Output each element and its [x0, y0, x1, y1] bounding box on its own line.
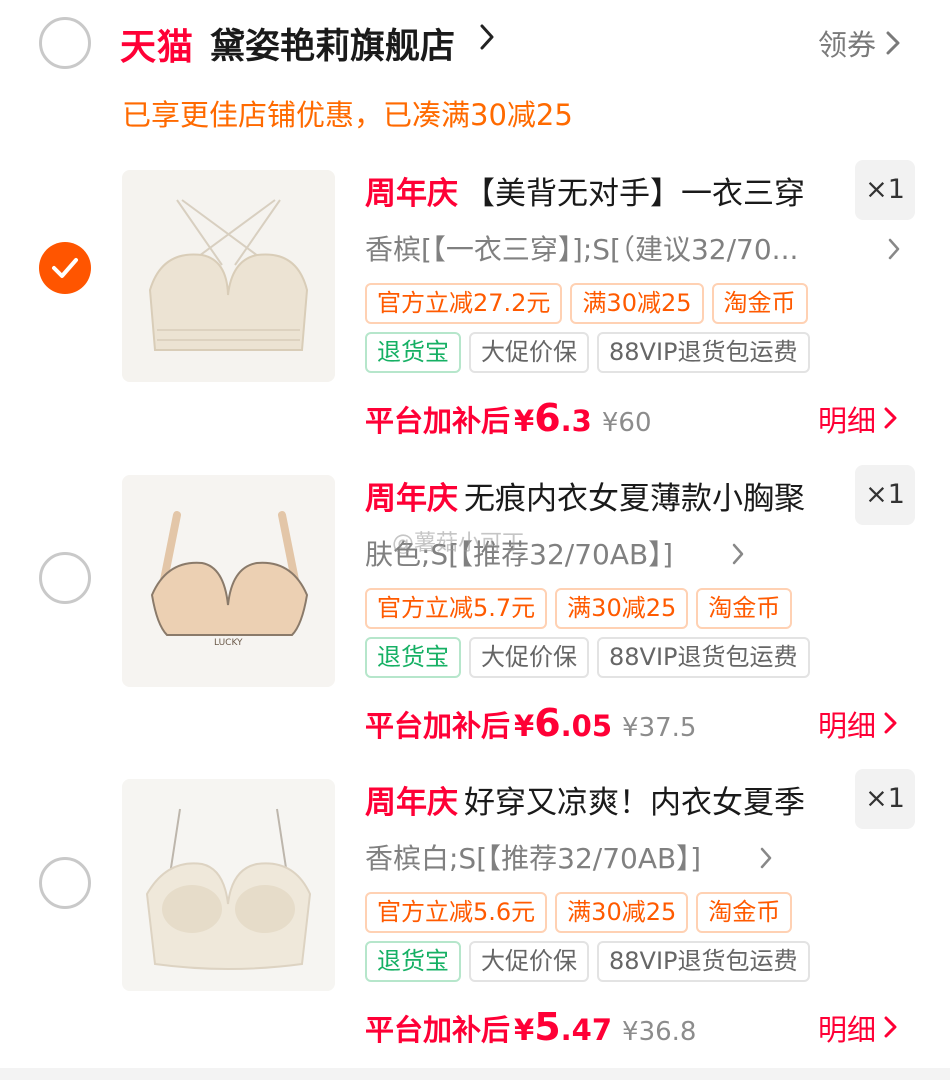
original-price: ¥37.5: [622, 713, 697, 743]
promo-badge: 淘金币: [711, 283, 808, 324]
chevron-right-icon[interactable]: [760, 847, 772, 869]
quantity-button[interactable]: ×1: [855, 769, 915, 829]
promo-badge: 官方立减5.7元: [365, 588, 548, 629]
item-select-radio[interactable]: [39, 552, 91, 604]
cart-item: 周年庆 好穿又凉爽！内衣女夏季 ×1 香槟白;S[【推荐32/70AB】] 官方立…: [0, 769, 950, 1069]
price-integer: 6: [534, 701, 561, 745]
price-decimal: .3: [560, 404, 592, 438]
original-price: ¥60: [601, 408, 652, 438]
cart-item: 周年庆 【美背无对手】一衣三穿 ×1 香槟[【一衣三穿】];S[（建议32/70.…: [0, 160, 950, 460]
cart-item: LUCKY 周年庆 无痕内衣女夏薄款小胸聚 ×1 肤色;S[【推荐32/70AB】…: [0, 465, 950, 765]
product-image[interactable]: [122, 779, 335, 991]
checkmark-icon: [52, 258, 78, 278]
price-row: 平台加补后 ¥6.3 ¥60: [365, 396, 652, 440]
service-badge: 退货宝: [365, 941, 461, 982]
promo-badges: 官方立减27.2元 满30减25 淘金币 退货宝 大促价保 88VIP退货包运费: [365, 283, 845, 373]
anniversary-tag: 周年庆: [365, 176, 458, 212]
price-detail-link[interactable]: 明细: [818, 703, 876, 745]
anniversary-tag: 周年庆: [365, 481, 458, 517]
product-title[interactable]: 周年庆 【美背无对手】一衣三穿: [365, 168, 805, 213]
sku-selector[interactable]: 香槟[【一衣三穿】];S[（建议32/70...: [365, 228, 798, 268]
promo-badge: 满30减25: [555, 892, 689, 933]
sku-selector[interactable]: 香槟白;S[【推荐32/70AB】]: [365, 837, 701, 877]
champagne-lace-bra-image: [122, 779, 335, 991]
quantity-button[interactable]: ×1: [855, 160, 915, 220]
item-select-radio[interactable]: [39, 242, 91, 294]
price-decimal: .05: [560, 709, 613, 743]
store-promo-text: 已享更佳店铺优惠，已凑满30减25: [122, 98, 573, 132]
product-title[interactable]: 周年庆 无痕内衣女夏薄款小胸聚: [365, 473, 805, 518]
price-label: 平台加补后: [365, 1013, 511, 1047]
chevron-right-icon[interactable]: [884, 407, 897, 429]
original-price: ¥36.8: [622, 1017, 697, 1047]
price-currency: ¥: [514, 709, 535, 743]
quantity-button[interactable]: ×1: [855, 465, 915, 525]
get-coupon-link[interactable]: 领券: [818, 22, 876, 64]
store-select-radio[interactable]: [39, 17, 91, 69]
chevron-right-icon[interactable]: [886, 31, 900, 55]
service-badge: 88VIP退货包运费: [597, 637, 810, 678]
service-badge: 88VIP退货包运费: [597, 941, 810, 982]
promo-badge: 淘金币: [696, 892, 793, 933]
chevron-right-icon[interactable]: [732, 543, 744, 565]
price-integer: 6: [534, 396, 561, 440]
cream-crossback-bra-image: [122, 170, 335, 382]
product-image[interactable]: [122, 170, 335, 382]
chevron-right-icon[interactable]: [480, 24, 494, 50]
product-title[interactable]: 周年庆 好穿又凉爽！内衣女夏季: [365, 777, 805, 822]
product-image[interactable]: LUCKY: [122, 475, 335, 687]
promo-badges: 官方立减5.6元 满30减25 淘金币 退货宝 大促价保 88VIP退货包运费: [365, 892, 845, 982]
promo-badge: 满30减25: [570, 283, 704, 324]
anniversary-tag: 周年庆: [365, 785, 458, 821]
service-badge: 88VIP退货包运费: [597, 332, 810, 373]
service-badge: 大促价保: [469, 941, 589, 982]
price-row: 平台加补后 ¥5.47 ¥36.8: [365, 1005, 696, 1049]
promo-badge: 淘金币: [696, 588, 793, 629]
price-label: 平台加补后: [365, 404, 511, 438]
price-decimal: .47: [560, 1013, 613, 1047]
service-badge: 大促价保: [469, 332, 589, 373]
chevron-right-icon[interactable]: [888, 238, 900, 260]
product-image-text: LUCKY: [214, 638, 243, 648]
service-badge: 大促价保: [469, 637, 589, 678]
promo-badges: 官方立减5.7元 满30减25 淘金币 退货宝 大促价保 88VIP退货包运费: [365, 588, 845, 678]
item-select-radio[interactable]: [39, 857, 91, 909]
chevron-right-icon[interactable]: [884, 712, 897, 734]
service-badge: 退货宝: [365, 637, 461, 678]
price-currency: ¥: [514, 1013, 535, 1047]
nude-lucky-bra-image: LUCKY: [122, 475, 335, 687]
price-label: 平台加补后: [365, 709, 511, 743]
chevron-right-icon[interactable]: [884, 1016, 897, 1038]
bottom-divider: [0, 1068, 950, 1080]
tmall-brand-label: 天猫: [120, 27, 195, 68]
price-detail-link[interactable]: 明细: [818, 398, 876, 440]
watermark-text: @薯菇小可丁: [392, 531, 525, 556]
store-header: 天猫 黛姿艳莉旗舰店 领券: [0, 0, 950, 90]
promo-badge: 官方立减27.2元: [365, 283, 563, 324]
store-name-link[interactable]: 黛姿艳莉旗舰店: [210, 18, 455, 69]
promo-badge: 满30减25: [555, 588, 689, 629]
price-currency: ¥: [514, 404, 535, 438]
price-row: 平台加补后 ¥6.05 ¥37.5: [365, 701, 696, 745]
promo-badge: 官方立减5.6元: [365, 892, 548, 933]
price-integer: 5: [534, 1005, 561, 1049]
price-detail-link[interactable]: 明细: [818, 1007, 876, 1049]
service-badge: 退货宝: [365, 332, 461, 373]
